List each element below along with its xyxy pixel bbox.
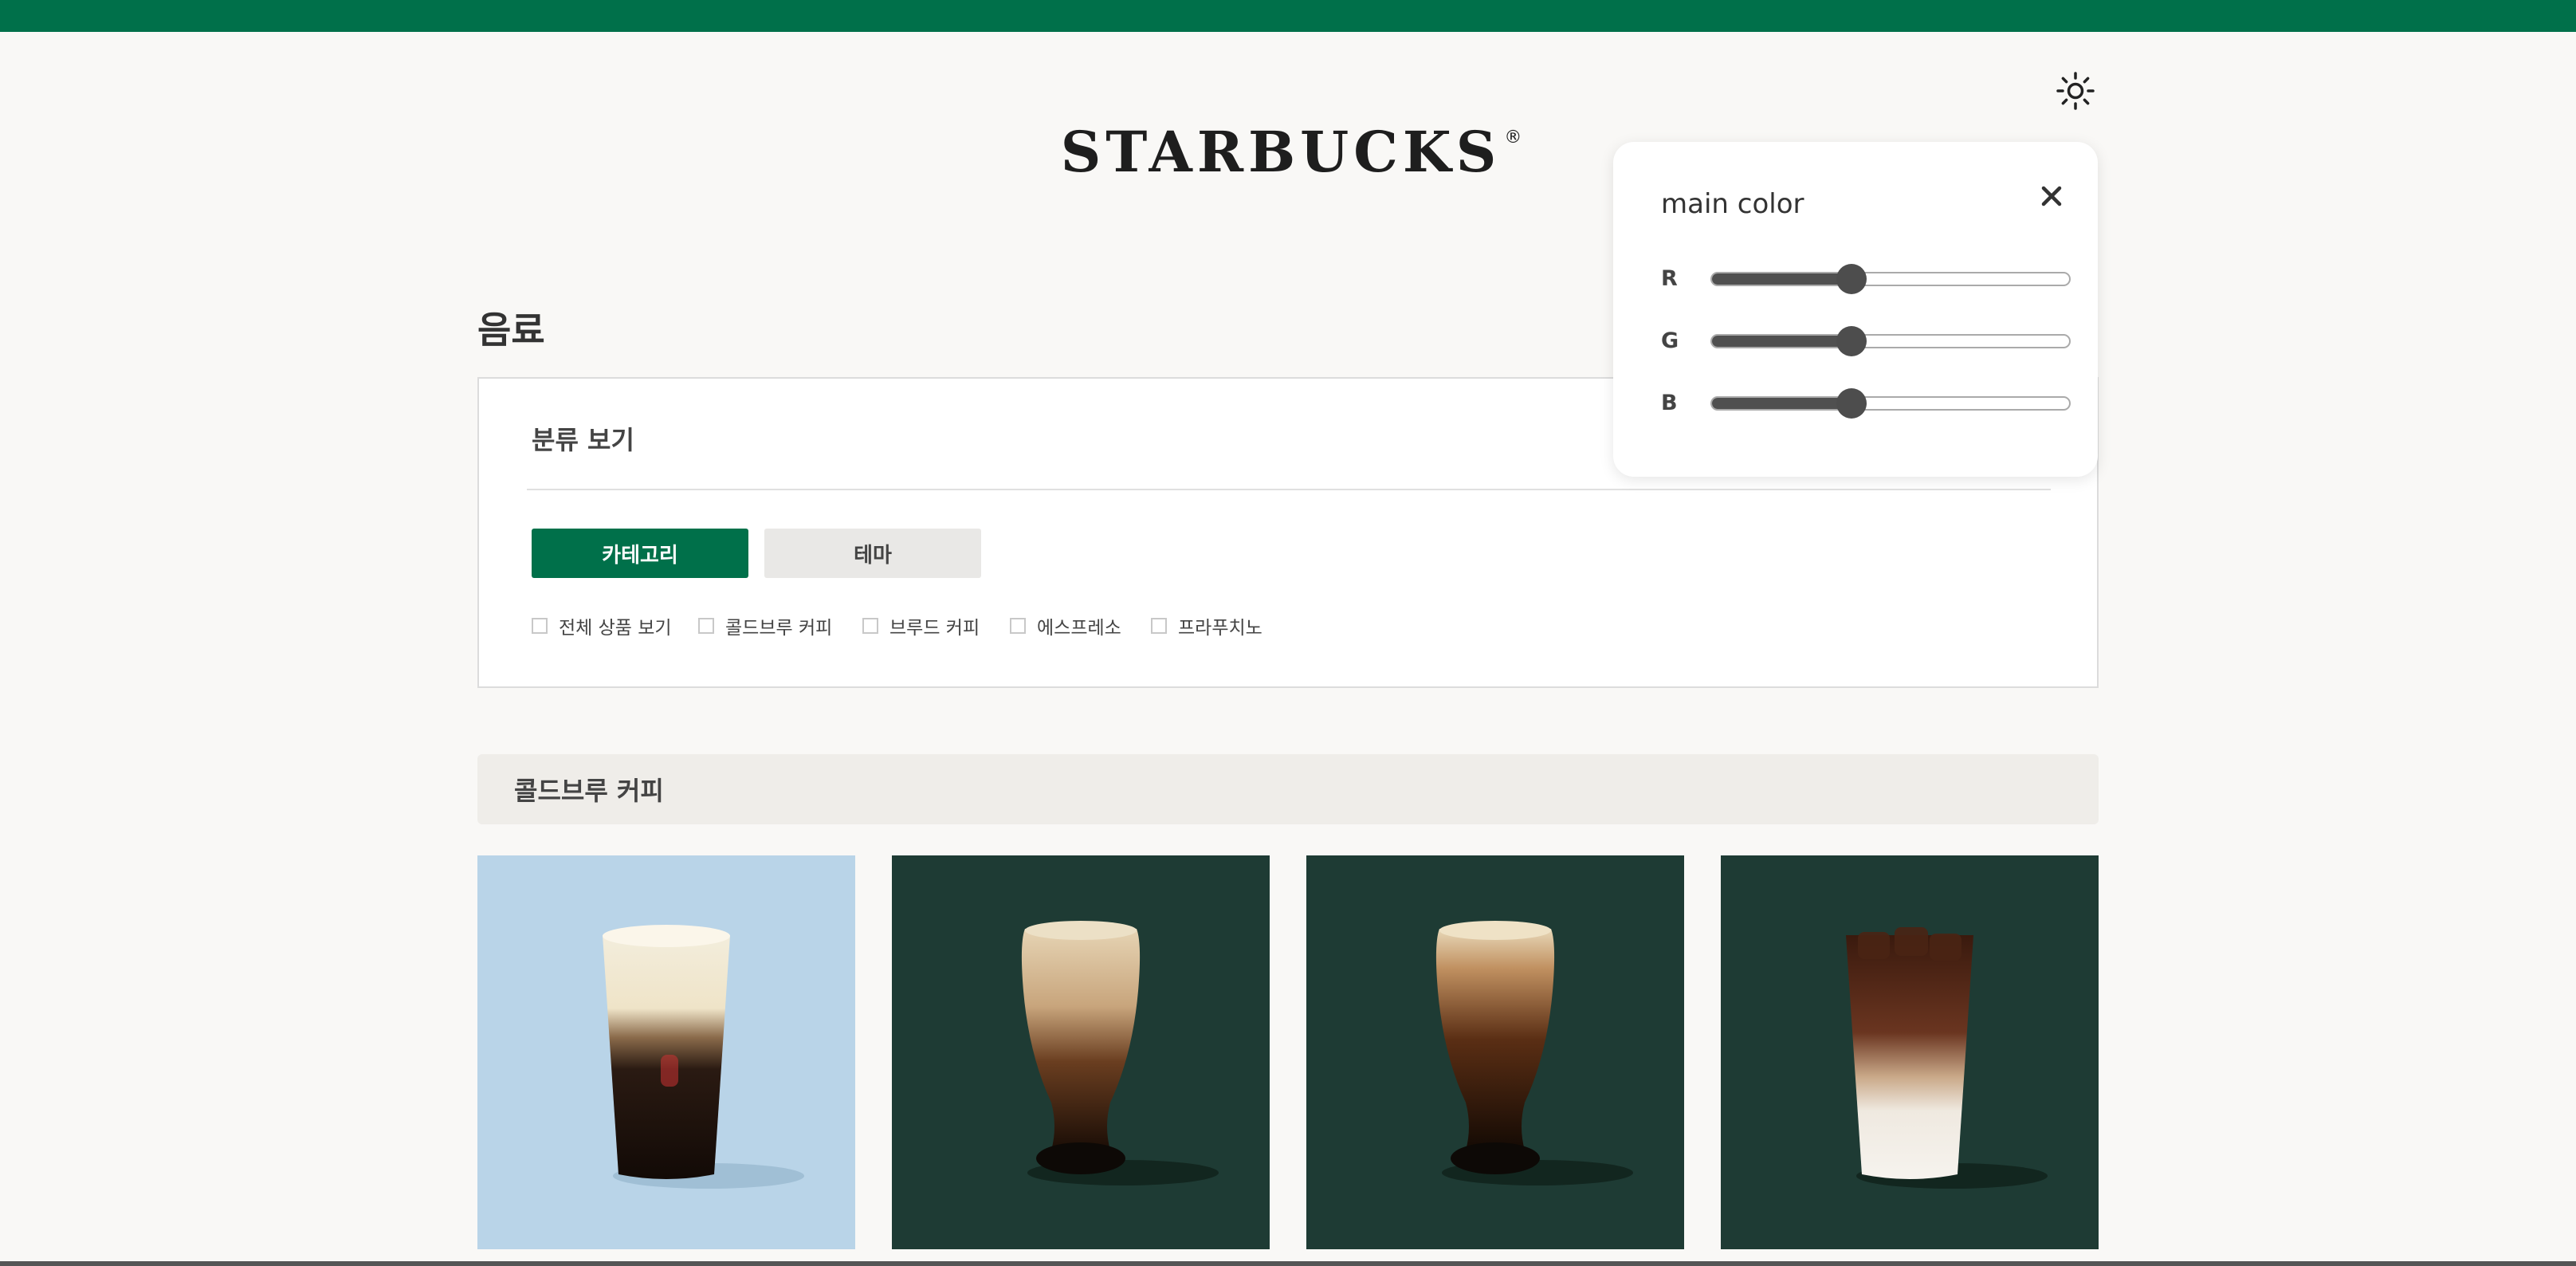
panel-title: main color — [1661, 188, 1804, 220]
section-header: 콜드브루 커피 — [477, 754, 2099, 824]
checkbox-box[interactable] — [862, 618, 878, 634]
checkbox-cold-brew[interactable]: 콜드브루 커피 — [698, 610, 832, 642]
checkbox-box[interactable] — [532, 618, 548, 634]
slider-thumb[interactable] — [1836, 326, 1867, 356]
slider-r[interactable] — [1710, 264, 2071, 294]
top-brand-bar — [0, 0, 2576, 32]
product-image — [892, 855, 1270, 1249]
slider-g[interactable] — [1710, 326, 2071, 356]
checkbox-label: 프라푸치노 — [1178, 618, 1262, 639]
close-button[interactable] — [2028, 172, 2075, 220]
product-card-4[interactable] — [1721, 855, 2099, 1249]
product-image — [477, 855, 855, 1249]
slider-label-b: B — [1661, 391, 1678, 415]
filter-heading: 분류 보기 — [532, 425, 634, 455]
slider-row-g: G — [1661, 325, 2075, 357]
checkbox-box[interactable] — [698, 618, 714, 634]
slider-row-b: B — [1661, 387, 2075, 419]
starbucks-logo[interactable]: STARBUCKS ® — [1061, 119, 1522, 185]
slider-fill — [1712, 273, 1852, 285]
slider-b[interactable] — [1710, 388, 2071, 419]
slider-thumb[interactable] — [1836, 388, 1867, 419]
checkbox-box[interactable] — [1151, 618, 1167, 634]
checkbox-all-products[interactable]: 전체 상품 보기 — [532, 610, 672, 642]
slider-fill — [1712, 336, 1852, 347]
slider-row-r: R — [1661, 263, 2075, 295]
checkbox-label: 전체 상품 보기 — [559, 618, 672, 639]
product-image — [1721, 855, 2099, 1249]
product-card-2[interactable] — [892, 855, 1270, 1249]
logo-text: STARBUCKS — [1060, 118, 1502, 185]
checkbox-box[interactable] — [1010, 618, 1026, 634]
checkbox-label: 에스프레소 — [1037, 618, 1121, 639]
bottom-edge — [0, 1261, 2576, 1266]
slider-label-r: R — [1661, 266, 1678, 291]
slider-thumb[interactable] — [1836, 264, 1867, 294]
product-card-1[interactable] — [477, 855, 855, 1249]
checkbox-label: 브루드 커피 — [889, 618, 980, 639]
checkbox-brewed-coffee[interactable]: 브루드 커피 — [862, 610, 980, 642]
slider-fill — [1712, 398, 1852, 409]
tab-theme[interactable]: 테마 — [764, 529, 981, 578]
slider-label-g: G — [1661, 328, 1679, 353]
registered-mark: ® — [1504, 128, 1522, 147]
tab-category[interactable]: 카테고리 — [532, 529, 748, 578]
product-image — [1306, 855, 1684, 1249]
section-title: 콜드브루 커피 — [514, 776, 664, 806]
close-icon — [2041, 186, 2062, 206]
page-title: 음료 — [477, 309, 545, 352]
filter-divider — [527, 489, 2051, 490]
theme-toggle-button[interactable] — [2053, 69, 2098, 113]
checkbox-label: 콜드브루 커피 — [725, 618, 833, 639]
main-color-panel: main color R G B — [1613, 142, 2098, 477]
product-card-3[interactable] — [1306, 855, 1684, 1249]
sun-icon — [2056, 72, 2095, 110]
checkbox-frappuccino[interactable]: 프라푸치노 — [1151, 610, 1262, 642]
checkbox-espresso[interactable]: 에스프레소 — [1010, 610, 1121, 642]
